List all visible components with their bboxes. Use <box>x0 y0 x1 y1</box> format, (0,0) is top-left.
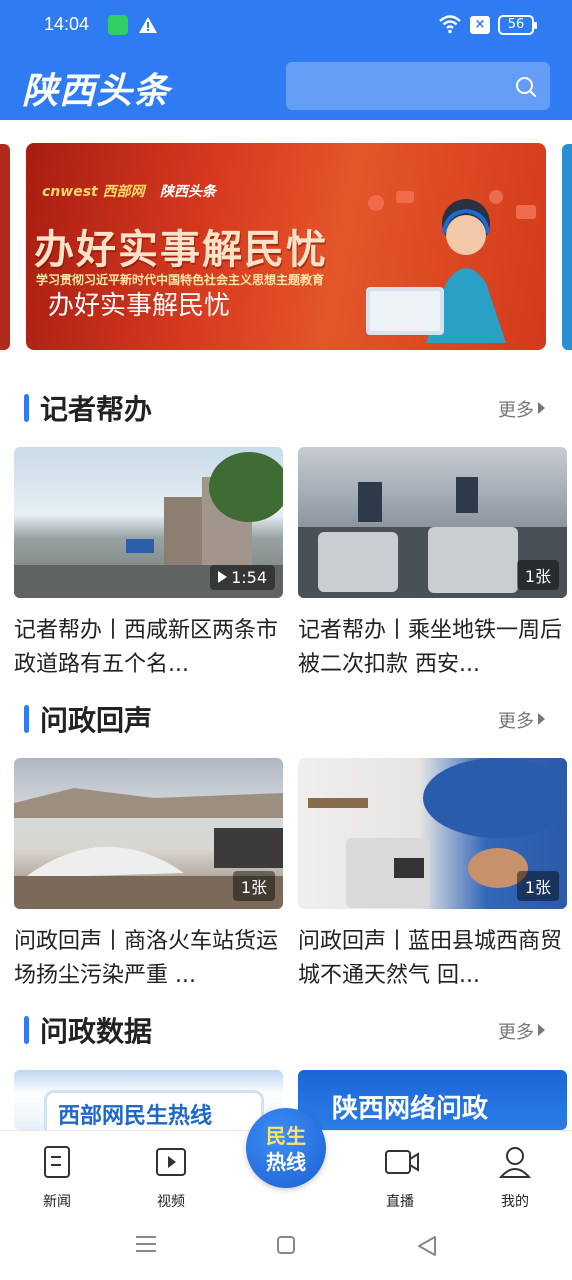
hotline-label-line1: 民生 <box>266 1124 306 1148</box>
banner-brand-secondary: 陕西头条 <box>160 184 216 200</box>
news-card[interactable]: 1:54 记者帮办丨西咸新区两条市政道路有五个名... <box>14 447 283 682</box>
section-accent-bar <box>24 394 29 422</box>
live-icon <box>385 1150 419 1174</box>
section-header-inquiry-response: 问政回声 更多 <box>0 697 572 737</box>
sim-off-icon: × <box>470 16 490 34</box>
search-box[interactable] <box>286 62 550 110</box>
video-icon <box>156 1148 186 1176</box>
status-bar: 14:04 × 56 <box>0 0 572 52</box>
news-title[interactable]: 记者帮办丨西咸新区两条市政道路有五个名... <box>14 614 283 682</box>
more-link[interactable]: 更多 <box>498 707 534 733</box>
more-link[interactable]: 更多 <box>498 1018 534 1044</box>
data-thumbnail[interactable]: 西部网民生热线 <box>14 1070 283 1130</box>
banner-prev-slide[interactable] <box>0 144 10 350</box>
news-title[interactable]: 问政回声丨商洛火车站货运场扬尘污染严重 ... <box>14 925 283 993</box>
nav-label: 新闻 <box>43 1194 71 1210</box>
section-header-inquiry-data: 问政数据 更多 <box>0 1008 572 1048</box>
customer-service-illustration <box>366 190 536 343</box>
video-duration-badge: 1:54 <box>210 565 275 590</box>
more-link[interactable]: 更多 <box>498 396 534 422</box>
data-thumbnail[interactable]: 陕西网络问政 <box>298 1070 567 1130</box>
image-count-badge: 1张 <box>516 871 559 901</box>
section-title: 问政回声 <box>40 704 153 737</box>
app-notification-icon <box>108 15 128 35</box>
news-card[interactable]: 1张 问政回声丨商洛火车站货运场扬尘污染严重 ... <box>14 758 283 993</box>
nav-item-video[interactable]: 视频 <box>131 1139 211 1210</box>
app-header: 14:04 × 56 陕西头条 <box>0 0 572 120</box>
news-card[interactable]: 1张 问政回声丨蓝田县城西商贸城不通天然气 回... <box>298 758 567 993</box>
banner-brand: cnwest 西部网 <box>42 184 145 200</box>
section-title: 问政数据 <box>40 1015 153 1048</box>
section-header-reporter-help: 记者帮办 更多 <box>0 386 572 426</box>
system-nav-bar <box>0 1212 572 1280</box>
nav-item-news[interactable]: 新闻 <box>17 1139 97 1210</box>
banner-caption: 办好实事解民忧 <box>48 291 231 321</box>
section-title: 记者帮办 <box>40 393 153 426</box>
section-accent-bar <box>24 1016 29 1044</box>
nav-label: 我的 <box>501 1194 529 1210</box>
menu-icon[interactable] <box>135 1234 157 1254</box>
back-icon[interactable] <box>417 1235 437 1257</box>
nav-label: 视频 <box>157 1194 185 1210</box>
nav-item-live[interactable]: 直播 <box>360 1139 440 1210</box>
chevron-right-icon[interactable] <box>538 402 545 414</box>
data-card-title: 西部网民生热线 <box>58 1104 213 1129</box>
livelihood-hotline-button[interactable]: 民生 热线 <box>246 1108 326 1188</box>
image-count-badge: 1张 <box>232 871 275 901</box>
nav-label: 直播 <box>386 1194 414 1210</box>
news-thumbnail[interactable]: 1张 <box>14 758 283 909</box>
news-thumbnail[interactable]: 1:54 <box>14 447 283 598</box>
banner-headline: 办好实事解民忧 <box>34 226 328 273</box>
home-icon[interactable] <box>277 1236 295 1254</box>
chevron-right-icon[interactable] <box>538 713 545 725</box>
image-count-badge: 1张 <box>516 560 559 590</box>
news-thumbnail[interactable]: 1张 <box>298 758 567 909</box>
status-time: 14:04 <box>44 14 90 34</box>
chevron-right-icon[interactable] <box>538 1024 545 1036</box>
banner-slide[interactable]: cnwest 西部网 陕西头条 办好实事解民忧 学习贯彻习近平新时代中国特色社会… <box>26 143 546 350</box>
news-icon <box>44 1146 70 1178</box>
profile-icon <box>499 1147 531 1178</box>
section-accent-bar <box>24 705 29 733</box>
data-card-title: 陕西网络问政 <box>332 1094 489 1124</box>
news-title[interactable]: 记者帮办丨乘坐地铁一周后被二次扣款 西安... <box>298 614 567 682</box>
play-icon <box>218 571 228 583</box>
news-card[interactable]: 1张 记者帮办丨乘坐地铁一周后被二次扣款 西安... <box>298 447 567 682</box>
hotline-label-line2: 热线 <box>266 1150 306 1174</box>
warning-icon <box>138 16 158 38</box>
app-logo: 陕西头条 <box>22 70 171 112</box>
search-icon[interactable] <box>514 75 538 103</box>
nav-item-profile[interactable]: 我的 <box>475 1139 555 1210</box>
data-card[interactable]: 西部网民生热线 <box>14 1070 283 1130</box>
battery-icon: 56 <box>498 15 537 35</box>
search-input[interactable] <box>298 72 498 100</box>
news-title[interactable]: 问政回声丨蓝田县城西商贸城不通天然气 回... <box>298 925 567 993</box>
banner-next-slide[interactable] <box>562 144 572 350</box>
wifi-icon <box>438 14 462 38</box>
news-thumbnail[interactable]: 1张 <box>298 447 567 598</box>
data-card[interactable]: 陕西网络问政 <box>298 1070 567 1130</box>
